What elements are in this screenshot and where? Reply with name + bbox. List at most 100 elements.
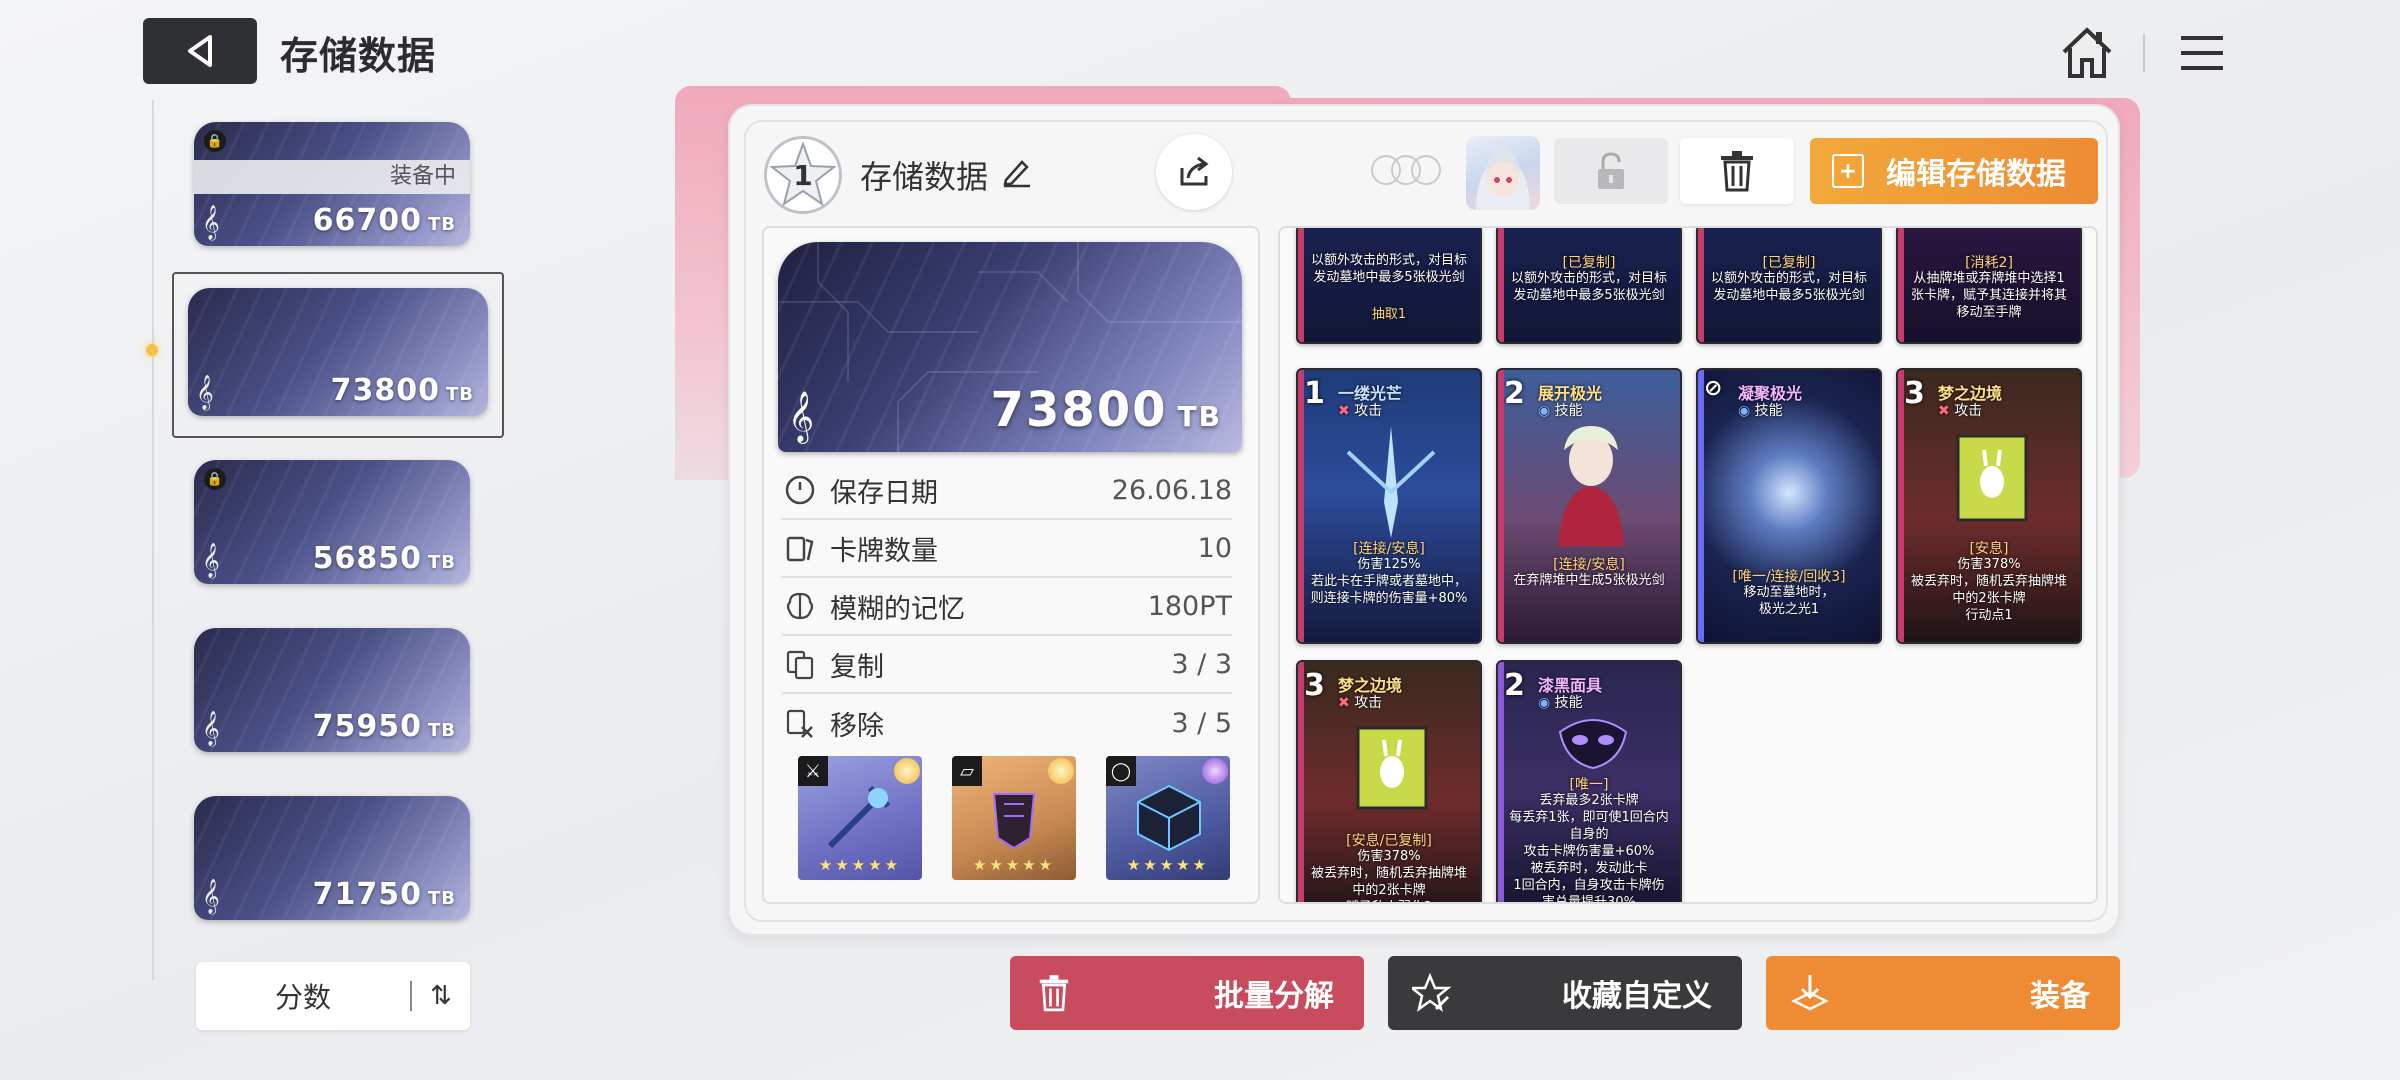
- equipped-label: 装备中: [194, 160, 470, 194]
- rarity-stars: ★★★★★: [1126, 856, 1210, 874]
- card-cost: 3: [1904, 376, 1925, 411]
- slot-value: 71750 TB: [312, 877, 456, 912]
- card-6[interactable]: 2 漆黑面具 ◉ 技能 [唯一] 丢弃最多2张卡牌 每丢弃1张，即可使1回合内自…: [1496, 660, 1682, 904]
- card-desc: 以额外攻击的形式，对目标发动墓地中最多5张极光剑: [1310, 253, 1467, 285]
- card-rarity-bar: [1698, 228, 1704, 342]
- card-cost-null-icon: ⊘: [1704, 376, 1723, 401]
- favorite-custom-button[interactable]: 收藏自定义: [1388, 956, 1742, 1030]
- left-rail: [152, 100, 154, 980]
- card-desc: 以额外攻击的形式，对目标发动墓地中最多5张极光剑: [1510, 271, 1667, 303]
- cards-icon: [782, 530, 818, 566]
- card-type: ✖ 攻击: [1938, 403, 1983, 419]
- card-top-4[interactable]: [消耗2] 从抽牌堆或弃牌堆中选择1张卡牌，赋予其连接并将其移动至手牌: [1896, 228, 2082, 344]
- deck-score-card: 𝄞 73800 TB: [778, 242, 1242, 452]
- card-tag: [已复制]: [1562, 255, 1616, 271]
- card-top-1[interactable]: 以额外攻击的形式，对目标发动墓地中最多5张极光剑 抽取1: [1296, 228, 1482, 344]
- lock-button[interactable]: [1554, 138, 1668, 204]
- sort-order-icon[interactable]: ⇅: [410, 981, 470, 1011]
- character-avatar[interactable]: [1466, 136, 1540, 210]
- card-art: [1956, 434, 2028, 522]
- save-slot-2[interactable]: 𝄞 73800 TB: [188, 288, 488, 416]
- card-top-2[interactable]: [已复制] 以额外攻击的形式，对目标发动墓地中最多5张极光剑: [1496, 228, 1682, 344]
- card-4[interactable]: 3 梦之边境 ✖ 攻击 [安息] 伤害378% 被丢弃时，随机丢弃抽牌堆中的2张…: [1896, 368, 2082, 644]
- card-desc: 移动至墓地时， 极光之光1: [1743, 585, 1835, 617]
- card-desc: 以额外攻击的形式，对目标发动墓地中最多5张极光剑: [1710, 271, 1867, 303]
- card-tag: [已复制]: [1762, 255, 1816, 271]
- card-art: [1558, 426, 1624, 546]
- stat-row-card-count: 卡牌数量 10: [782, 520, 1232, 578]
- sort-label: 分数: [274, 981, 331, 1014]
- batch-dismantle-button[interactable]: 批量分解: [1010, 956, 1364, 1030]
- delete-button[interactable]: [1680, 138, 1794, 204]
- menu-icon[interactable]: [2177, 28, 2227, 78]
- deck-score: 73800 TB: [990, 382, 1222, 438]
- card-2[interactable]: 2 展开极光 ◉ 技能 [连接/安息] 在弃牌堆中生成5张极光剑: [1496, 368, 1682, 644]
- clef-icon: 𝄞: [202, 543, 220, 578]
- link-rings-icon: [1371, 155, 1441, 185]
- equipment-armor[interactable]: ▱ ★★★★★: [952, 756, 1076, 880]
- attack-icon: ✖: [1938, 403, 1950, 419]
- back-button[interactable]: [143, 18, 257, 84]
- card-desc: 伤害378% 被丢弃时，随机丢弃抽牌堆中的2张卡牌 行动点1: [1910, 557, 2067, 623]
- card-cost: 3: [1304, 668, 1325, 703]
- deck-number-badge: 1: [764, 136, 842, 214]
- back-arrow-icon: [188, 35, 212, 67]
- card-extra: 抽取1: [1371, 307, 1407, 322]
- card-3[interactable]: ⊘ 凝聚极光 ◉ 技能 [唯一/连接/回收3] 移动至墓地时， 极光之光1: [1696, 368, 1882, 644]
- cube-item-icon: [1137, 784, 1201, 852]
- card-desc: 伤害125% 若此卡在手牌或者墓地中，则连接卡牌的伤害量+80%: [1310, 557, 1468, 606]
- slot-value: 56850 TB: [312, 541, 456, 576]
- clef-icon: 𝄞: [788, 391, 815, 442]
- lock-icon: 🔒: [204, 130, 226, 152]
- card-desc: 丢弃最多2张卡牌 每丢弃1张，即可使1回合内自身的 攻击卡牌伤害量+60% 被丢…: [1509, 793, 1669, 904]
- clock-icon: [782, 472, 818, 508]
- equipment-weapon[interactable]: ⚔ ★★★★★: [798, 756, 922, 880]
- rarity-stars: ★★★★★: [972, 856, 1056, 874]
- save-slot-1[interactable]: 🔒 装备中 𝄞 66700 TB: [194, 122, 470, 246]
- rename-pen-icon[interactable]: [1000, 154, 1034, 188]
- card-tag: [安息/已复制]: [1346, 833, 1432, 849]
- equip-download-icon: [1790, 973, 1830, 1013]
- save-slot-4[interactable]: 𝄞 75950 TB: [194, 628, 470, 752]
- armor-item-icon: [992, 793, 1036, 850]
- page-title: 存储数据: [280, 34, 437, 78]
- slot-value: 73800 TB: [330, 373, 474, 408]
- card-type: ◉ 技能: [1538, 403, 1583, 419]
- clef-icon: 𝄞: [202, 879, 220, 914]
- stat-row-memory: 模糊的记忆 180PT: [782, 578, 1232, 636]
- edit-plus-icon: +: [1832, 154, 1864, 188]
- share-icon: [1180, 156, 1209, 186]
- lock-icon: 🔒: [204, 468, 226, 490]
- card-grid: 以额外攻击的形式，对目标发动墓地中最多5张极光剑 抽取1 [已复制] 以额外攻击…: [1278, 226, 2098, 904]
- card-rarity-bar: [1298, 228, 1304, 342]
- edit-deck-button[interactable]: + 编辑存储数据: [1810, 138, 2098, 204]
- skill-icon: ◉: [1538, 695, 1551, 711]
- brain-icon: [782, 588, 818, 624]
- home-icon[interactable]: [2058, 24, 2116, 82]
- clef-icon: 𝄞: [202, 205, 220, 240]
- card-top-3[interactable]: [已复制] 以额外攻击的形式，对目标发动墓地中最多5张极光剑: [1696, 228, 1882, 344]
- selection-indicator: [146, 344, 158, 356]
- card-cost: 2: [1504, 376, 1525, 411]
- sort-dropdown[interactable]: 分数 ⇅: [196, 962, 470, 1030]
- clef-icon: 𝄞: [202, 711, 220, 746]
- card-cost: 2: [1504, 668, 1525, 703]
- card-desc: 从抽牌堆或弃牌堆中选择1张卡牌，赋予其连接并将其移动至手牌: [1910, 271, 2067, 320]
- card-1[interactable]: 1 一缕光芒 ✖ 攻击 [连接/安息] 伤害125% 若此卡在手牌或者墓地中，则…: [1296, 368, 1482, 644]
- card-5[interactable]: 3 梦之边境 ✖ 攻击 [安息/已复制] 伤害378% 被丢弃时，随机丢弃抽牌堆…: [1296, 660, 1482, 902]
- equip-button[interactable]: 装备: [1766, 956, 2120, 1030]
- card-cost: 1: [1304, 376, 1325, 411]
- card-rarity-bar: [1698, 370, 1704, 642]
- card-rarity-bar: [1498, 228, 1504, 342]
- card-tag: [唯一]: [1569, 777, 1609, 793]
- remove-icon: [782, 705, 818, 741]
- save-slot-5[interactable]: 𝄞 71750 TB: [194, 796, 470, 920]
- stat-row-copy: 复制 3 / 3: [782, 636, 1232, 694]
- save-slot-3[interactable]: 🔒 𝄞 56850 TB: [194, 460, 470, 584]
- copy-icon: [782, 646, 818, 682]
- share-button[interactable]: [1156, 134, 1232, 210]
- card-art: [1346, 426, 1436, 538]
- rarity-stars: ★★★★★: [818, 856, 902, 874]
- equipment-accessory[interactable]: ◯ ★★★★★: [1106, 756, 1230, 880]
- header-separator: [2143, 34, 2145, 72]
